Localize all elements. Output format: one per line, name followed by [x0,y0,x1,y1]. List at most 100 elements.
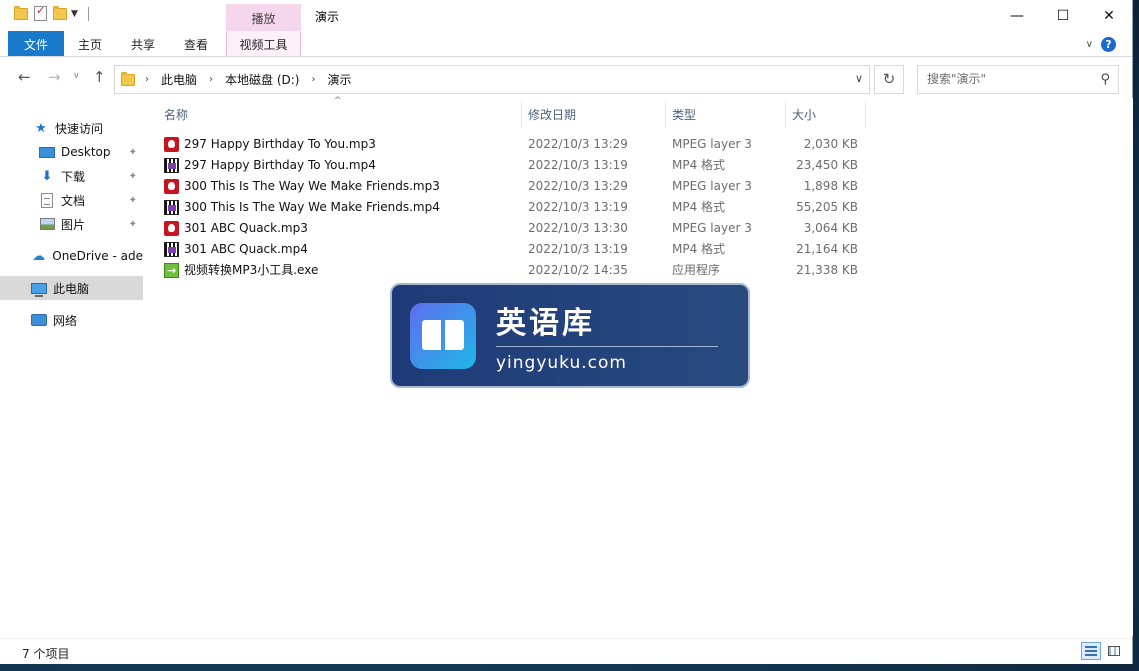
sidebar-item-downloads[interactable]: ⬇ 下载 ✦ [0,164,143,188]
column-header-name[interactable]: 名称 [158,102,522,128]
view-toggle [1081,642,1124,660]
breadcrumb-chevron-icon[interactable]: › [209,74,213,85]
maximize-button[interactable]: ☐ [1040,0,1086,31]
mp4-icon [164,242,179,257]
sidebar-item-label: 文档 [61,193,86,208]
download-icon: ⬇ [41,168,53,184]
sidebar-item-label: Desktop [61,145,111,159]
refresh-icon[interactable]: ↻ [874,65,904,94]
pin-icon: ✦ [128,170,137,182]
file-date: 2022/10/3 13:19 [528,242,628,256]
desktop-icon [39,146,55,158]
column-header-type[interactable]: 类型 [666,102,786,128]
folder-icon[interactable] [14,5,28,20]
sidebar-item-documents[interactable]: 文档 ✦ [0,188,143,212]
file-row[interactable]: 300 This Is The Way We Make Friends.mp3 … [158,176,866,197]
tab-home[interactable]: 主页 [68,31,112,56]
tab-share[interactable]: 共享 [120,31,166,56]
back-arrow-icon[interactable]: ← [18,68,31,86]
file-type: MP4 格式 [672,158,726,172]
file-name: 300 This Is The Way We Make Friends.mp4 [184,200,440,214]
breadcrumb-chevron-icon[interactable]: › [311,74,315,85]
file-row[interactable]: 300 This Is The Way We Make Friends.mp4 … [158,197,866,218]
details-view-button[interactable] [1081,642,1101,660]
mp4-icon [164,200,179,215]
file-type: MP4 格式 [672,242,726,256]
file-row[interactable]: 视频转换MP3小工具.exe 2022/10/2 14:35 应用程序 21,3… [158,260,866,281]
close-button[interactable]: ✕ [1086,0,1132,31]
this-pc-icon [31,282,47,297]
column-header-size[interactable]: 大小 [786,102,866,128]
tiles-view-icon [1108,646,1120,656]
file-row[interactable]: 297 Happy Birthday To You.mp3 2022/10/3 … [158,134,866,155]
file-row[interactable]: 297 Happy Birthday To You.mp4 2022/10/3 … [158,155,866,176]
sidebar-item-pictures[interactable]: 图片 ✦ [0,212,143,236]
breadcrumb-current-folder[interactable]: 演示 [327,71,351,88]
sidebar-item-label: 此电脑 [53,281,90,296]
large-icons-view-button[interactable] [1104,642,1124,660]
properties-icon[interactable] [34,4,47,21]
search-input[interactable]: 搜索"演示" ⚲ [917,65,1119,94]
sidebar-item-this-pc[interactable]: 此电脑 [0,276,143,300]
explorer-window: ▼ 播放 演示 — ☐ ✕ 文件 主页 共享 查看 视频工具 ∨ ? ← → ∨… [0,0,1133,664]
ribbon-tabs: 文件 主页 共享 查看 视频工具 ∨ ? [0,31,1132,57]
file-date: 2022/10/3 13:29 [528,179,628,193]
pictures-icon [39,218,55,230]
title-bar: ▼ 播放 演示 — ☐ ✕ [0,0,1132,31]
file-size: 2,030 KB [803,137,858,151]
sidebar-item-label: 快速访问 [55,121,104,136]
file-name: 301 ABC Quack.mp3 [184,221,308,235]
file-type: 应用程序 [672,263,721,277]
onedrive-icon: ☁ [32,248,46,264]
expand-ribbon-chevron-icon[interactable]: ∨ [1086,39,1093,50]
file-name: 视频转换MP3小工具.exe [184,263,319,277]
help-icon[interactable]: ? [1101,37,1116,52]
sidebar-item-label: 图片 [61,217,86,232]
tab-video-tools[interactable]: 视频工具 [226,31,301,56]
file-row[interactable]: 301 ABC Quack.mp3 2022/10/3 13:30 MPEG l… [158,218,866,239]
sidebar-item-label: 网络 [53,313,78,328]
breadcrumb-this-pc[interactable]: 此电脑 [161,71,197,88]
breadcrumb-local-disk[interactable]: 本地磁盘 (D:) [225,71,299,88]
breadcrumb-chevron-icon[interactable]: › [145,74,149,85]
file-name: 300 This Is The Way We Make Friends.mp3 [184,179,440,193]
watermark-url: yingyuku.com [496,353,627,373]
window-title: 演示 [315,10,340,24]
address-folder-icon [121,71,135,86]
search-placeholder: 搜索"演示" [927,72,987,86]
pin-icon: ✦ [128,194,137,206]
address-bar[interactable]: › 此电脑 › 本地磁盘 (D:) › 演示 ∨ [114,65,870,94]
tab-file[interactable]: 文件 [8,31,64,56]
sidebar-item-label: OneDrive - ade [52,249,143,263]
file-date: 2022/10/2 14:35 [528,263,628,277]
sidebar-item-network[interactable]: 网络 [0,308,143,332]
recent-locations-chevron-icon[interactable]: ∨ [73,71,80,81]
mp3-icon [164,221,179,236]
new-folder-icon[interactable] [53,5,67,20]
file-date: 2022/10/3 13:30 [528,221,628,235]
watermark-title: 英语库 [496,298,718,347]
watermark-banner: 英语库 yingyuku.com [390,283,750,388]
document-icon [41,192,53,208]
customize-toolbar-chevron-icon[interactable]: ▼ [71,9,78,19]
file-type: MP4 格式 [672,200,726,214]
search-icon[interactable]: ⚲ [1100,66,1110,93]
sidebar-item-quick-access[interactable]: ★ 快速访问 [0,116,143,140]
mp3-icon [164,137,179,152]
file-size: 21,164 KB [796,242,858,256]
sidebar-item-desktop[interactable]: Desktop ✦ [0,140,143,164]
minimize-button[interactable]: — [994,0,1040,31]
sidebar-item-onedrive[interactable]: ☁ OneDrive - ade [0,244,143,268]
address-dropdown-chevron-icon[interactable]: ∨ [855,72,863,85]
file-date: 2022/10/3 13:29 [528,137,628,151]
forward-arrow-icon[interactable]: → [48,68,61,86]
window-controls: — ☐ ✕ [994,0,1132,31]
file-size: 21,338 KB [796,263,858,277]
details-view-icon [1085,646,1097,656]
network-icon [31,314,47,326]
file-row[interactable]: 301 ABC Quack.mp4 2022/10/3 13:19 MP4 格式… [158,239,866,260]
star-icon: ★ [35,120,47,136]
column-header-date[interactable]: 修改日期 [522,102,666,128]
up-arrow-icon[interactable]: ↑ [93,68,106,86]
tab-view[interactable]: 查看 [174,31,218,56]
